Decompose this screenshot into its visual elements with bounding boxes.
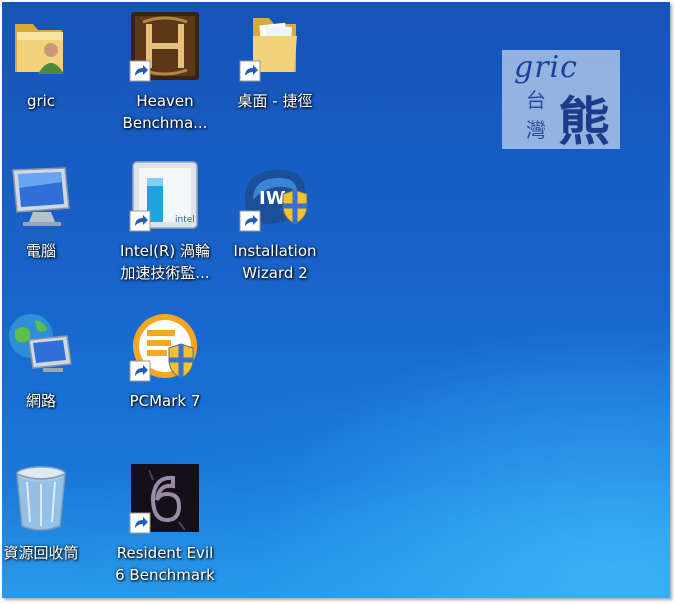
shortcut-arrow-icon bbox=[129, 60, 151, 82]
desktop-icon-label: Resident Evil 6 Benchmark bbox=[115, 544, 215, 584]
desktop-icon-recycle-bin[interactable]: 資源回收筒 bbox=[2, 462, 93, 564]
intel-turbo-icon: intel bbox=[129, 160, 201, 232]
desktop-icon-computer[interactable]: 電腦 bbox=[2, 160, 93, 262]
desktop-icon-pcmark[interactable]: PCMark 7 bbox=[113, 310, 217, 412]
desktop-icon-label: Intel(R) 渦輪 加速技術監... bbox=[119, 242, 211, 282]
desktop-icon-label: Installation Wizard 2 bbox=[233, 242, 317, 282]
shortcut-arrow-icon bbox=[129, 360, 151, 382]
desktop-icon-label: 資源回收筒 bbox=[3, 544, 79, 562]
resident-evil-icon bbox=[129, 462, 201, 534]
svg-text:intel: intel bbox=[175, 215, 195, 225]
shortcut-arrow-icon bbox=[129, 512, 151, 534]
shortcut-arrow-icon bbox=[239, 60, 261, 82]
recycle-bin-icon bbox=[5, 462, 77, 534]
desktop-icon-label: 網路 bbox=[25, 392, 56, 410]
shortcut-arrow-icon bbox=[129, 210, 151, 232]
desktop-icon-installation-wizard[interactable]: IW Installation Wizard 2 bbox=[223, 160, 327, 284]
desktop-icon-label: PCMark 7 bbox=[129, 392, 201, 410]
shortcut-arrow-icon bbox=[239, 210, 261, 232]
desktop-icon-intel-turbo[interactable]: intel Intel(R) 渦輪 加速技術監... bbox=[113, 160, 217, 284]
desktop-icon-gric[interactable]: gric bbox=[2, 10, 93, 112]
watermark-wan-char: 灣 bbox=[526, 118, 546, 142]
desktop-icon-label: 桌面 - 捷徑 bbox=[237, 92, 313, 110]
desktop-icon-label: Heaven Benchma... bbox=[122, 92, 208, 132]
network-icon bbox=[5, 310, 77, 382]
desktop-icon-label: gric bbox=[26, 92, 56, 110]
desktop-icon-label: 電腦 bbox=[25, 242, 56, 260]
pcmark-icon bbox=[129, 310, 201, 382]
computer-icon bbox=[5, 160, 77, 232]
user-folder-icon bbox=[5, 10, 77, 82]
desktop[interactable]: gric Heaven Benchma... 桌面 - 捷徑 電腦 intel … bbox=[2, 2, 670, 598]
heaven-benchmark-icon bbox=[129, 10, 201, 82]
desktop-icon-heaven-benchmark[interactable]: Heaven Benchma... bbox=[113, 10, 217, 134]
watermark-logo: gric 台 灣 熊 bbox=[502, 50, 620, 153]
watermark-tai-char: 台 bbox=[526, 88, 546, 112]
desktop-icon-network[interactable]: 網路 bbox=[2, 310, 93, 412]
folder-icon bbox=[239, 10, 311, 82]
watermark-xiong-char: 熊 bbox=[558, 93, 611, 153]
desktop-icon-desktop-shortcut[interactable]: 桌面 - 捷徑 bbox=[223, 10, 327, 112]
svg-text:IW: IW bbox=[259, 188, 286, 209]
installation-wizard-icon: IW bbox=[239, 160, 311, 232]
desktop-icon-resident-evil[interactable]: Resident Evil 6 Benchmark bbox=[113, 462, 217, 586]
